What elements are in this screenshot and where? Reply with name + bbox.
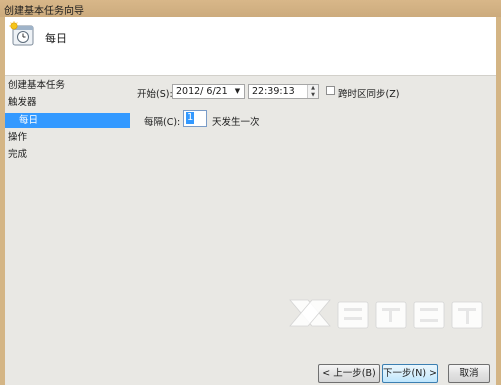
window-frame-right <box>496 17 501 385</box>
step-trigger[interactable]: 触发器 <box>8 95 37 110</box>
chevron-down-icon[interactable]: ▼ <box>232 85 243 98</box>
time-spinner[interactable]: ▲ ▼ <box>307 85 318 98</box>
wizard-window: 创建基本任务向导 每日 创建基本任务 触发器 每日 操作 完成 开始(S): 2… <box>0 0 501 385</box>
spin-down-icon[interactable]: ▼ <box>308 92 318 98</box>
wizard-header: 每日 <box>5 17 496 76</box>
spin-up-icon[interactable]: ▲ <box>308 85 318 91</box>
step-daily[interactable]: 每日 <box>5 113 130 128</box>
back-button[interactable]: < 上一步(B) <box>318 364 380 383</box>
sync-timezone-label[interactable]: 跨时区同步(Z) <box>338 86 399 100</box>
window-title: 创建基本任务向导 <box>4 6 84 17</box>
start-time-field[interactable]: 22:39:13 ▲ ▼ <box>248 84 319 99</box>
title-bar[interactable]: 创建基本任务向导 <box>0 0 501 17</box>
sync-timezone-checkbox[interactable] <box>326 86 335 95</box>
start-time-value: 22:39:13 <box>252 86 295 97</box>
next-button[interactable]: 下一步(N) > <box>382 364 438 383</box>
watermark-logo <box>289 299 483 329</box>
header-title: 每日 <box>45 32 67 45</box>
step-finish[interactable]: 完成 <box>8 147 27 162</box>
cancel-button[interactable]: 取消 <box>448 364 490 383</box>
step-action[interactable]: 操作 <box>8 130 27 145</box>
task-scheduler-icon <box>9 21 34 46</box>
interval-input[interactable]: 1 <box>183 110 207 127</box>
interval-label: 每隔(C): <box>144 117 181 128</box>
start-date-value: 2012/ 6/21 <box>176 86 228 97</box>
step-create-basic-task[interactable]: 创建基本任务 <box>8 78 65 93</box>
start-date-picker[interactable]: 2012/ 6/21 ▼ <box>172 84 245 99</box>
interval-unit-label: 天发生一次 <box>212 117 260 128</box>
start-label: 开始(S): <box>137 89 173 100</box>
interval-value: 1 <box>186 112 195 124</box>
